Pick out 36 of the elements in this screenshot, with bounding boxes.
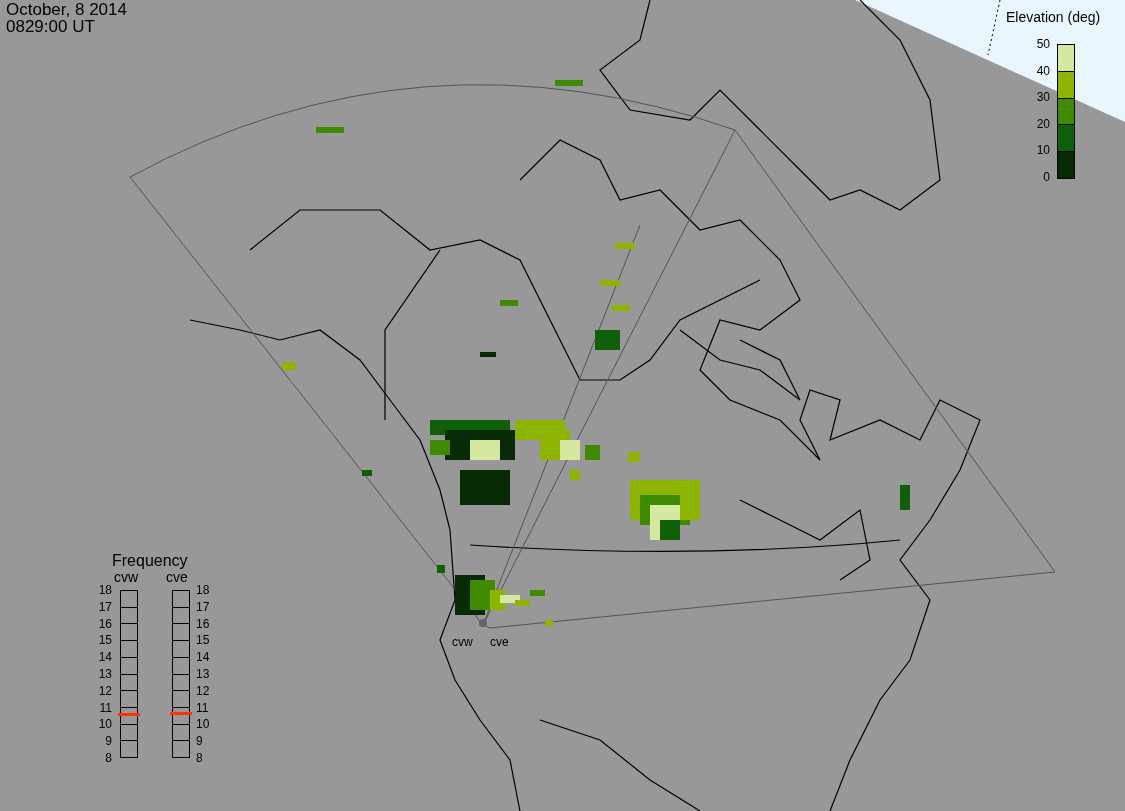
frequency-tick-label: 10: [196, 718, 211, 731]
colorbar-tick-label: 40: [1035, 64, 1050, 77]
frequency-title: Frequency: [112, 551, 188, 571]
frequency-tick-label: 14: [196, 651, 211, 664]
frequency-tick-label: 16: [97, 617, 112, 630]
frequency-tick-label: 18: [97, 584, 112, 596]
radar-label: cve: [490, 634, 509, 651]
frequency-tick-label: 17: [196, 600, 211, 613]
colorbar-tick-label: 0: [1042, 171, 1050, 183]
date-label: October, 8 2014: [6, 1, 127, 18]
frequency-tick-label: 17: [97, 600, 112, 613]
frequency-tick-label: 10: [97, 718, 112, 731]
frequency-tick-label: 13: [196, 668, 211, 680]
frequency-tick-label: 12: [196, 684, 211, 697]
radar-label: cvw: [452, 634, 473, 651]
colorbar-tick-label: 50: [1035, 38, 1050, 50]
frequency-tick-label: 12: [97, 684, 112, 697]
frequency-tick-label: 9: [104, 735, 112, 748]
frequency-tick-label: 8: [196, 752, 204, 764]
frequency-tick-label: 15: [196, 634, 211, 647]
frequency-tick-label: 11: [196, 701, 210, 714]
frequency-tick-label: 13: [97, 668, 112, 680]
frequency-tick-label: 11: [98, 701, 112, 714]
frequency-tick-label: 18: [196, 584, 211, 596]
colorbar-tick-label: 30: [1035, 91, 1050, 104]
frequency-tick-label: 16: [196, 617, 211, 630]
meter-label: cve: [166, 569, 188, 587]
colorbar-tick-label: 10: [1035, 144, 1050, 157]
frequency-tick-label: 15: [97, 634, 112, 647]
meter-label: cvw: [114, 569, 139, 587]
time-label: 0829:00 UT: [6, 18, 96, 35]
frequency-tick-label: 9: [196, 735, 204, 748]
colorbar-tick-label: 20: [1035, 117, 1050, 130]
frequency-tick-label: 8: [104, 752, 112, 764]
colorbar-title: Elevation (deg): [1006, 8, 1101, 27]
frequency-tick-label: 14: [97, 651, 112, 664]
